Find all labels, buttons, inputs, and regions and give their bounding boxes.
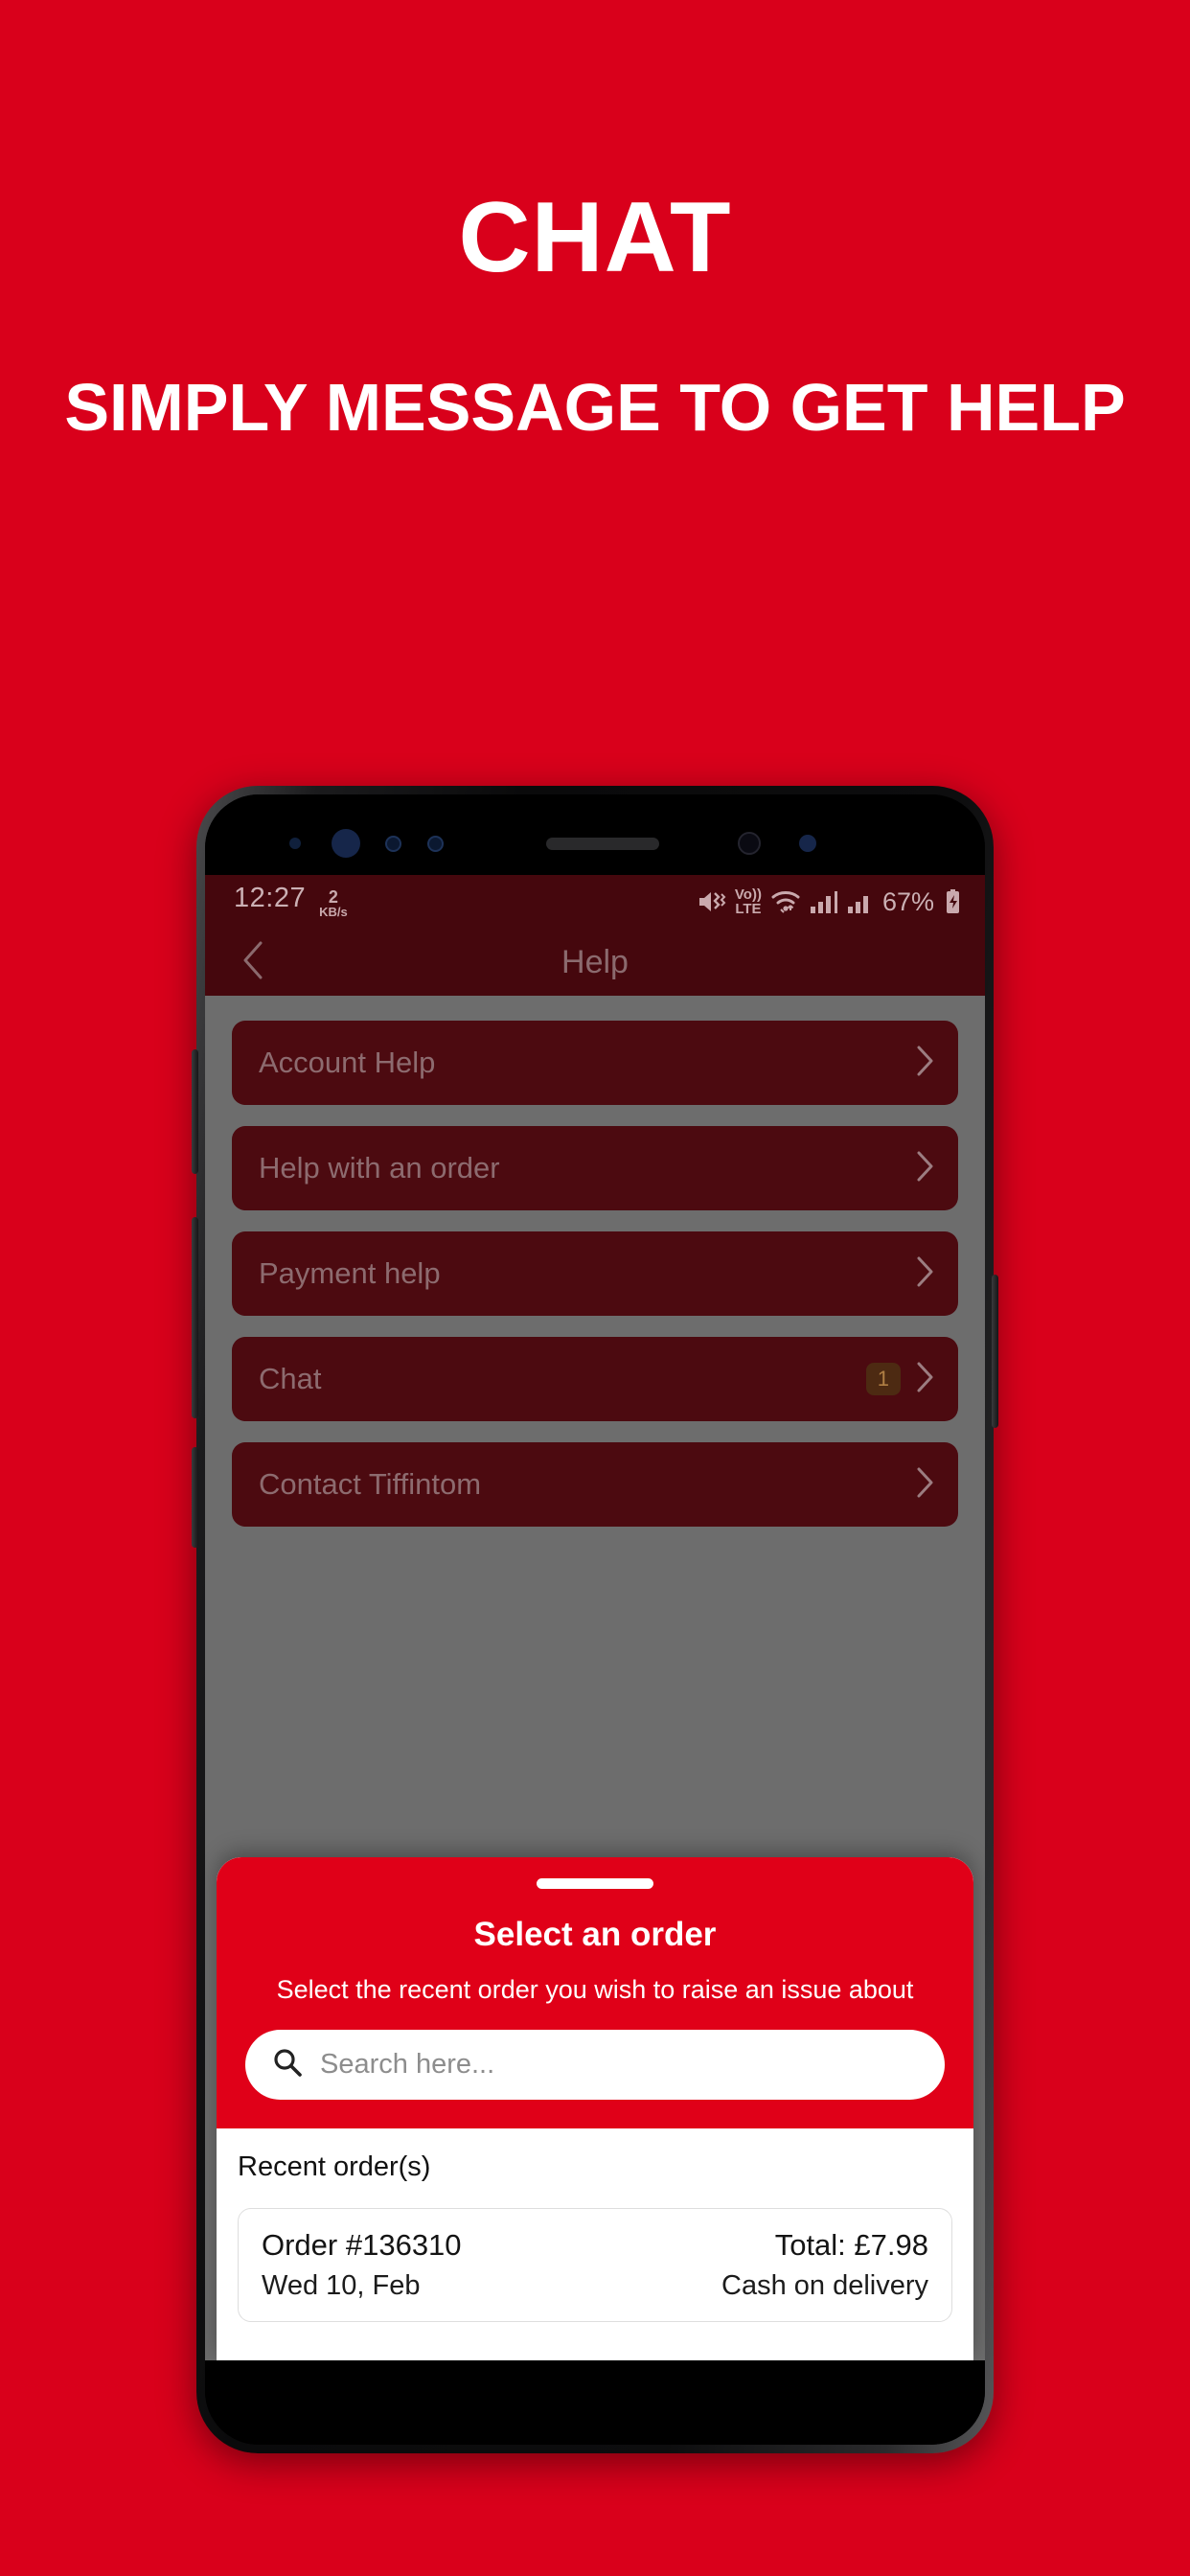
phone-mockup: 12:27 2 KB/s Vo)) LTE 67% Help Account H… [192, 786, 998, 2453]
app-header: Help [205, 929, 985, 996]
order-date: Wed 10, Feb [262, 2270, 421, 2301]
led-indicator-icon [799, 835, 816, 852]
wifi-icon [770, 889, 801, 914]
recent-orders-label: Recent order(s) [238, 2151, 431, 2182]
phone-screen: 12:27 2 KB/s Vo)) LTE 67% Help Account H… [205, 794, 985, 2445]
order-card[interactable]: Order #136310 Wed 10, Feb Total: £7.98 C… [238, 2208, 952, 2322]
data-rate-unit: KB/s [319, 904, 348, 919]
search-input[interactable] [320, 2049, 918, 2081]
menu-item-label: Help with an order [259, 1151, 500, 1184]
proximity-sensor-icon [427, 836, 444, 852]
earpiece-speaker-icon [546, 838, 659, 850]
promo-title: CHAT [458, 182, 732, 293]
bottom-sheet-subtitle: Select the recent order you wish to rais… [276, 1975, 914, 2004]
phone-side-button-left-top[interactable] [192, 1049, 198, 1174]
chevron-right-icon [914, 1045, 935, 1082]
volte-bottom-label: LTE [735, 901, 762, 917]
menu-item-payment-help[interactable]: Payment help [232, 1231, 958, 1316]
chevron-right-icon [914, 1150, 935, 1187]
chevron-right-icon [914, 1361, 935, 1398]
status-time: 12:27 [234, 882, 307, 913]
menu-item-label: Chat [259, 1362, 322, 1395]
order-card-right: Total: £7.98 Cash on delivery [721, 2228, 928, 2302]
page-title: Help [561, 943, 629, 980]
menu-item-chat[interactable]: Chat 1 [232, 1337, 958, 1421]
promo-banner: CHAT SIMPLY MESSAGE TO GET HELP [0, 0, 1190, 445]
signal-bars-icon [810, 889, 838, 914]
status-bar: 12:27 2 KB/s Vo)) LTE 67% [205, 875, 985, 929]
bottom-sheet-body: Recent order(s) Order #136310 Wed 10, Fe… [217, 2128, 973, 2360]
order-card-left: Order #136310 Wed 10, Feb [262, 2228, 462, 2302]
status-bar-right: Vo)) LTE 67% [698, 886, 962, 917]
phone-volume-button[interactable] [192, 1217, 198, 1418]
order-payment-method: Cash on delivery [721, 2270, 928, 2301]
chevron-right-icon [914, 1255, 935, 1293]
iris-sensor-icon [385, 836, 401, 852]
search-bar[interactable] [245, 2030, 945, 2100]
status-bar-left: 12:27 2 KB/s [234, 883, 348, 922]
volte-top-label: Vo)) [734, 886, 762, 903]
data-rate-indicator: 2 KB/s [319, 888, 348, 918]
data-rate-value: 2 [328, 886, 338, 907]
menu-item-label: Payment help [259, 1256, 441, 1290]
sheet-drag-handle[interactable] [537, 1878, 653, 1889]
unread-count-badge: 1 [865, 1363, 901, 1395]
bottom-sheet-header: Select an order Select the recent order … [217, 1857, 973, 2128]
phone-sensor-bar [205, 794, 985, 875]
volume-mute-icon [698, 889, 726, 914]
front-camera-icon [332, 829, 360, 858]
sensor-dot-icon [289, 838, 301, 849]
battery-percent: 67% [881, 886, 934, 916]
menu-item-label: Contact Tiffintom [259, 1467, 482, 1501]
phone-bottom-bezel [205, 2360, 985, 2445]
secondary-sensor-icon [738, 832, 761, 855]
menu-item-account-help[interactable]: Account Help [232, 1021, 958, 1105]
bottom-sheet-title: Select an order [473, 1916, 717, 1953]
signal-bars-icon [847, 889, 874, 914]
battery-charging-icon [943, 888, 962, 915]
volte-icon: Vo)) LTE [734, 886, 762, 917]
chevron-right-icon [914, 1466, 935, 1504]
phone-side-button-left-bottom[interactable] [192, 1447, 198, 1548]
help-menu-list: Account Help Help with an order Payment … [205, 996, 985, 1527]
select-order-bottom-sheet: Select an order Select the recent order … [217, 1857, 973, 2360]
phone-power-button[interactable] [992, 1275, 998, 1428]
menu-item-contact-tiffintom[interactable]: Contact Tiffintom [232, 1442, 958, 1527]
search-icon [272, 2047, 303, 2082]
menu-item-label: Account Help [259, 1046, 436, 1079]
order-number: Order #136310 [262, 2228, 462, 2262]
order-total: Total: £7.98 [774, 2228, 928, 2262]
app-viewport: 12:27 2 KB/s Vo)) LTE 67% Help Account H… [205, 875, 985, 2360]
menu-item-help-with-an-order[interactable]: Help with an order [232, 1126, 958, 1210]
promo-subtitle: SIMPLY MESSAGE TO GET HELP [64, 370, 1126, 445]
